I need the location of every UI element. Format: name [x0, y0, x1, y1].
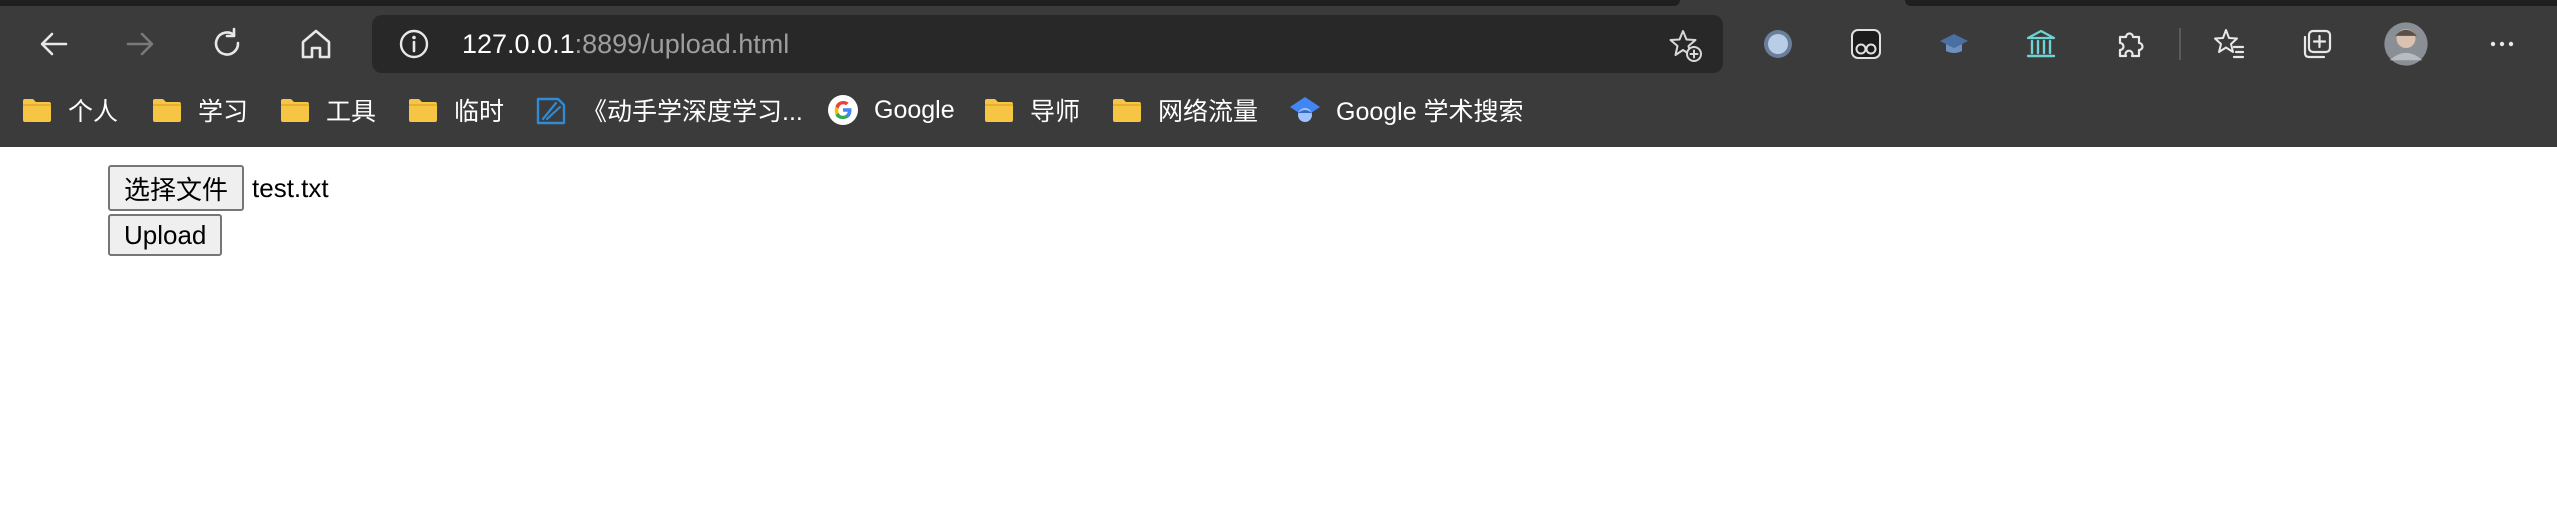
bookmark-folder-tools[interactable]: 工具 [278, 88, 376, 132]
folder-icon [153, 99, 181, 122]
bookmark-label: 临时 [454, 98, 505, 126]
extension-button[interactable] [1928, 18, 1980, 70]
bookmark-label: 《动手学深度学习... [582, 98, 803, 126]
url-text[interactable]: 127.0.0.1:8899/upload.html [462, 15, 789, 73]
forward-arrow-icon [126, 32, 154, 56]
back-arrow-icon [40, 32, 68, 56]
upload-button[interactable]: Upload [108, 214, 223, 256]
scholar-icon [1290, 97, 1320, 122]
profile-button[interactable] [2380, 18, 2432, 70]
home-icon [301, 29, 331, 59]
bookmark-label: Google 学术搜索 [1336, 98, 1524, 126]
bookmark-label: Google [874, 95, 955, 124]
bookmark-label: 学习 [198, 98, 249, 126]
graduation-cap-icon [1940, 34, 1968, 53]
institution-icon [2026, 29, 2056, 58]
bookmark-d2l[interactable]: 《动手学深度学习... [534, 88, 803, 132]
bookmarks-bar [0, 91, 2557, 147]
folder-icon [409, 99, 437, 122]
bookmark-label: 工具 [326, 98, 377, 126]
favorites-icon [2214, 29, 2245, 59]
info-icon[interactable] [398, 28, 430, 60]
bookmark-folder-network-traffic[interactable]: 网络流量 [1110, 88, 1258, 132]
refresh-button[interactable] [200, 16, 256, 72]
favorites-button[interactable] [2203, 18, 2255, 70]
book-icon [536, 97, 566, 125]
add-favorite-icon[interactable] [1667, 27, 1703, 63]
url-host: 127.0.0.1 [462, 29, 575, 59]
bookmark-folder-temp[interactable]: 临时 [406, 88, 504, 132]
bookmark-label: 网络流量 [1158, 98, 1259, 126]
upload-form-row: Upload [108, 214, 223, 256]
settings-more-button[interactable] [2476, 18, 2528, 70]
circle-extension-icon [1764, 30, 1792, 58]
back-button[interactable] [26, 16, 82, 72]
extension-button[interactable] [1840, 18, 1892, 70]
avatar [2384, 22, 2428, 66]
extension-button[interactable] [1752, 18, 1804, 70]
collections-button[interactable] [2291, 18, 2343, 70]
more-dots-icon [2490, 41, 2514, 47]
browser-toolbar: 127.0.0.1:8899/upload.html [0, 0, 2557, 91]
bookmark-folder-advisor[interactable]: 导师 [982, 88, 1080, 132]
bookmark-folder-personal[interactable]: 个人 [20, 88, 118, 132]
bookmark-label: 导师 [1030, 98, 1081, 126]
collections-icon [2303, 29, 2332, 59]
file-input: 选择文件 test.txt [108, 165, 329, 211]
bookmark-google[interactable]: Google [826, 88, 955, 132]
google-icon [828, 95, 858, 125]
choose-file-button[interactable]: 选择文件 [108, 165, 245, 211]
folder-icon [1113, 99, 1141, 122]
extension-button[interactable] [2015, 18, 2067, 70]
selected-file-name: test.txt [252, 172, 329, 203]
tab-strip-edge [0, 0, 1680, 6]
bookmark-folder-study[interactable]: 学习 [150, 88, 248, 132]
folder-icon [985, 99, 1013, 122]
refresh-icon [214, 27, 240, 56]
address-bar[interactable]: 127.0.0.1:8899/upload.html [372, 15, 1723, 73]
home-button[interactable] [288, 16, 344, 72]
tampermonkey-icon [1851, 29, 1881, 59]
bookmark-google-scholar[interactable]: Google 学术搜索 [1288, 88, 1524, 132]
extensions-button[interactable] [2104, 18, 2156, 70]
forward-button[interactable] [112, 16, 168, 72]
toolbar-separator [2179, 28, 2181, 60]
puzzle-icon [2118, 32, 2144, 58]
url-path: :8899/upload.html [574, 29, 790, 59]
page-content [0, 149, 2557, 515]
bookmark-label: 个人 [68, 98, 119, 126]
folder-icon [23, 99, 51, 122]
tab-strip-edge [1905, 0, 2557, 6]
folder-icon [281, 99, 309, 122]
